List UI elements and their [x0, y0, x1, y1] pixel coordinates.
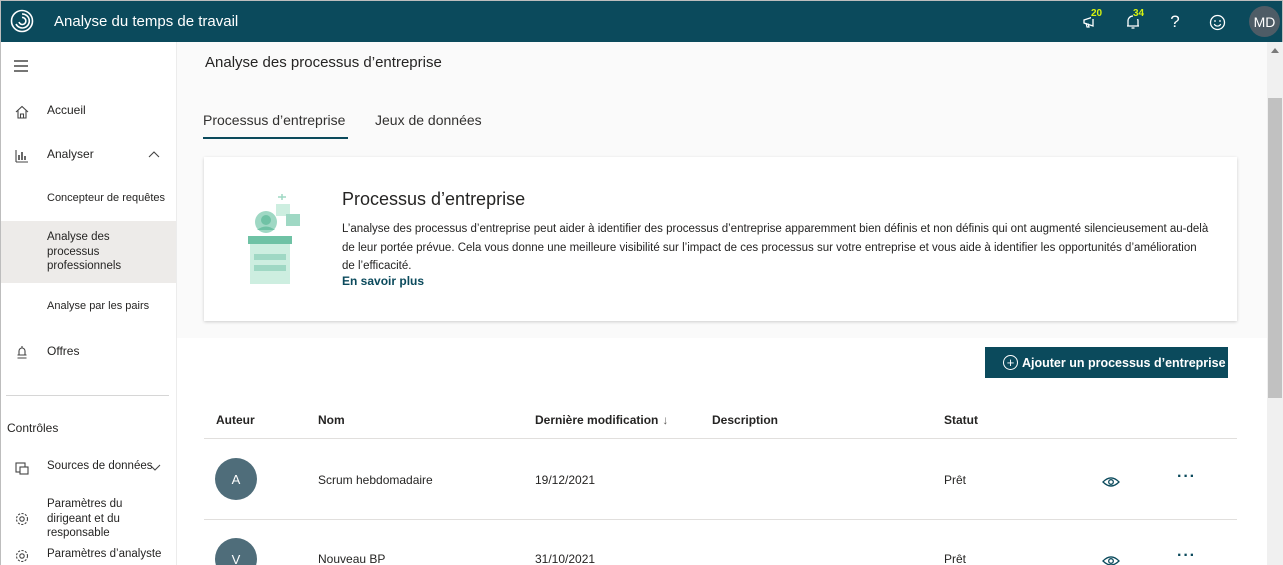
notifications-button[interactable]: 34 — [1123, 8, 1145, 32]
chart-icon — [15, 150, 28, 163]
add-business-process-button[interactable]: + Ajouter un processus d’entreprise — [985, 347, 1228, 378]
home-icon — [15, 105, 29, 119]
row-status: Prêt — [944, 552, 967, 565]
row-divider — [204, 519, 1237, 520]
sidebar-item-analyst-settings[interactable]: Paramètres d’analyste — [1, 548, 176, 565]
more-options-icon[interactable]: ··· — [1177, 547, 1196, 565]
tab-business-processes[interactable]: Processus d’entreprise — [203, 112, 345, 128]
learn-more-link[interactable]: En savoir plus — [342, 274, 424, 288]
column-header-label: Dernière modification — [535, 413, 659, 427]
sidebar-item-label: Paramètres d’analyste — [47, 548, 162, 560]
sidebar-subitem-query-designer[interactable]: Concepteur de requêtes — [47, 192, 165, 204]
sidebar-item-home[interactable]: Accueil — [1, 103, 176, 123]
sidebar-subitem-peer-analysis[interactable]: Analyse par les pairs — [47, 300, 149, 312]
row-modified: 31/10/2021 — [535, 552, 596, 565]
column-header-name[interactable]: Nom — [318, 413, 345, 427]
column-header-description[interactable]: Description — [712, 413, 778, 427]
app-title: Analyse du temps de travail — [54, 13, 239, 30]
info-card: Processus d’entreprise L’analyse des pro… — [204, 157, 1237, 321]
sidebar-subitem-business-process[interactable]: Analyse des processus professionnels — [1, 221, 176, 283]
column-header-author[interactable]: Auteur — [216, 413, 255, 427]
sidebar-item-label: Analyser — [47, 147, 94, 161]
smiley-icon — [1209, 14, 1225, 30]
vertical-scrollbar[interactable] — [1267, 42, 1283, 565]
help-icon: ? — [1170, 12, 1180, 31]
sidebar-item-label: Paramètres du dirigeant et du responsabl… — [47, 498, 123, 539]
author-avatar: A — [215, 458, 257, 500]
add-circle-icon: + — [1003, 355, 1018, 370]
chevron-down-icon[interactable] — [149, 464, 161, 472]
hamburger-menu-icon[interactable] — [13, 60, 29, 72]
view-eye-icon[interactable] — [1102, 555, 1120, 565]
sidebar-divider — [6, 395, 169, 396]
sidebar-item-analyser[interactable]: Analyser — [1, 147, 176, 167]
view-eye-icon[interactable] — [1102, 476, 1120, 488]
controls-section-title: Contrôles — [7, 421, 59, 435]
column-header-status[interactable]: Statut — [944, 413, 978, 427]
card-description: L’analyse des processus d’entreprise peu… — [342, 223, 1209, 272]
tab-selected-indicator — [203, 137, 348, 139]
data-sources-icon — [15, 462, 29, 475]
scroll-up-arrow-icon[interactable] — [1271, 48, 1279, 53]
business-process-illustration — [248, 194, 300, 284]
sidebar-item-label: Offres — [47, 344, 80, 358]
page-title: Analyse des processus d’entreprise — [205, 54, 442, 71]
notifications-badge: 34 — [1133, 8, 1145, 19]
main-content: Analyse des processus d’entreprise Proce… — [177, 42, 1267, 565]
sidebar-item-label: Sources de données — [47, 460, 153, 472]
feedback-button[interactable] — [1207, 12, 1227, 32]
help-button[interactable]: ? — [1165, 12, 1185, 32]
row-name: Scrum hebdomadaire — [318, 473, 433, 487]
top-bar: Analyse du temps de travail 20 34 ? MD — [1, 1, 1282, 42]
app-logo-icon[interactable] — [10, 9, 34, 33]
sort-descending-icon: ↓ — [662, 413, 669, 427]
card-title: Processus d’entreprise — [342, 189, 526, 209]
bell-icon — [17, 346, 27, 359]
sidebar-item-offres[interactable]: Offres — [1, 344, 176, 364]
announcements-button[interactable]: 20 — [1081, 8, 1103, 32]
sidebar-item-label: Accueil — [47, 103, 86, 117]
chevron-up-icon[interactable] — [148, 150, 160, 158]
sidebar-item-data-sources[interactable]: Sources de données — [1, 460, 176, 480]
user-avatar[interactable]: MD — [1249, 6, 1280, 37]
gear-icon — [15, 549, 29, 563]
scrollbar-thumb[interactable] — [1268, 98, 1282, 398]
column-header-modified[interactable]: Dernière modification ↓ — [535, 413, 668, 427]
gear-icon — [15, 512, 29, 526]
row-modified: 19/12/2021 — [535, 473, 596, 487]
header-divider — [204, 438, 1237, 439]
sidebar-item-leader-settings[interactable]: Paramètres du dirigeant et du responsabl… — [1, 497, 176, 541]
sidebar-subitem-label: Analyse des processus professionnels — [47, 231, 122, 272]
row-status: Prêt — [944, 473, 967, 487]
add-button-label: Ajouter un processus d’entreprise — [1022, 355, 1226, 370]
announcements-badge: 20 — [1091, 8, 1103, 19]
sidebar: Accueil Analyser Concepteur de requêtes … — [1, 42, 177, 565]
more-options-icon[interactable]: ··· — [1177, 468, 1196, 486]
row-name: Nouveau BP — [318, 552, 386, 565]
tab-datasets[interactable]: Jeux de données — [375, 112, 482, 128]
